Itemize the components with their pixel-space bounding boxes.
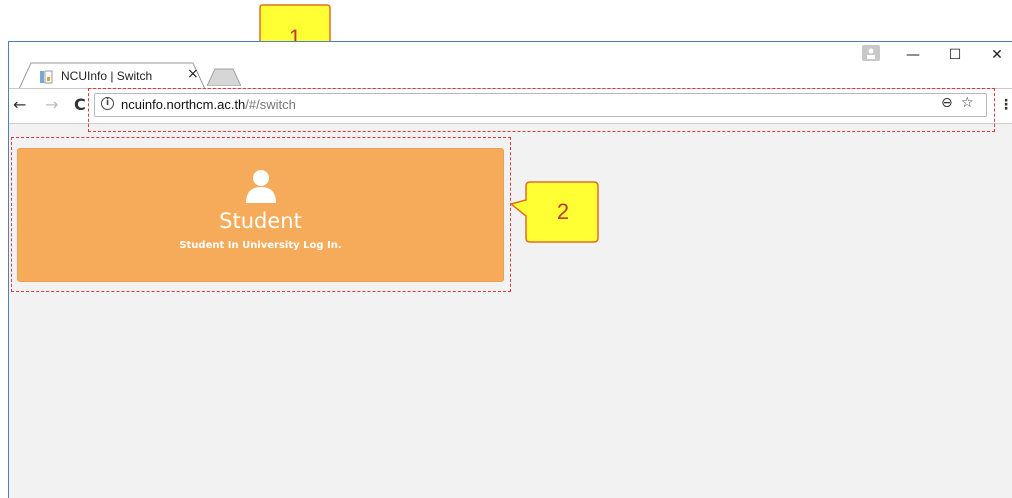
profile-avatar-icon[interactable] — [862, 45, 880, 61]
tab-close-icon[interactable]: × — [187, 66, 199, 82]
tab-title: NCUInfo | Switch — [61, 69, 153, 83]
minimize-button[interactable]: — — [893, 44, 933, 66]
forward-button[interactable]: → — [45, 95, 58, 115]
maximize-button[interactable]: ☐ — [935, 44, 975, 66]
close-window-button[interactable]: ✕ — [977, 44, 1012, 66]
title-bar: NCUInfo | Switch × — ☐ ✕ — [9, 42, 1012, 89]
annotation-box-2 — [11, 137, 511, 292]
annotation-box-1 — [88, 88, 995, 132]
page-favicon-icon — [40, 70, 53, 84]
menu-kebab-icon[interactable]: ⋮ — [999, 97, 1012, 113]
callout-2-number: 2 — [556, 199, 570, 224]
reload-button[interactable]: C — [74, 95, 86, 115]
tab-ncuinfo-switch[interactable]: NCUInfo | Switch × — [19, 62, 205, 89]
back-button[interactable]: ← — [13, 95, 26, 115]
annotation-callout-2: 2 — [509, 180, 600, 244]
new-tab-button[interactable] — [207, 68, 241, 86]
